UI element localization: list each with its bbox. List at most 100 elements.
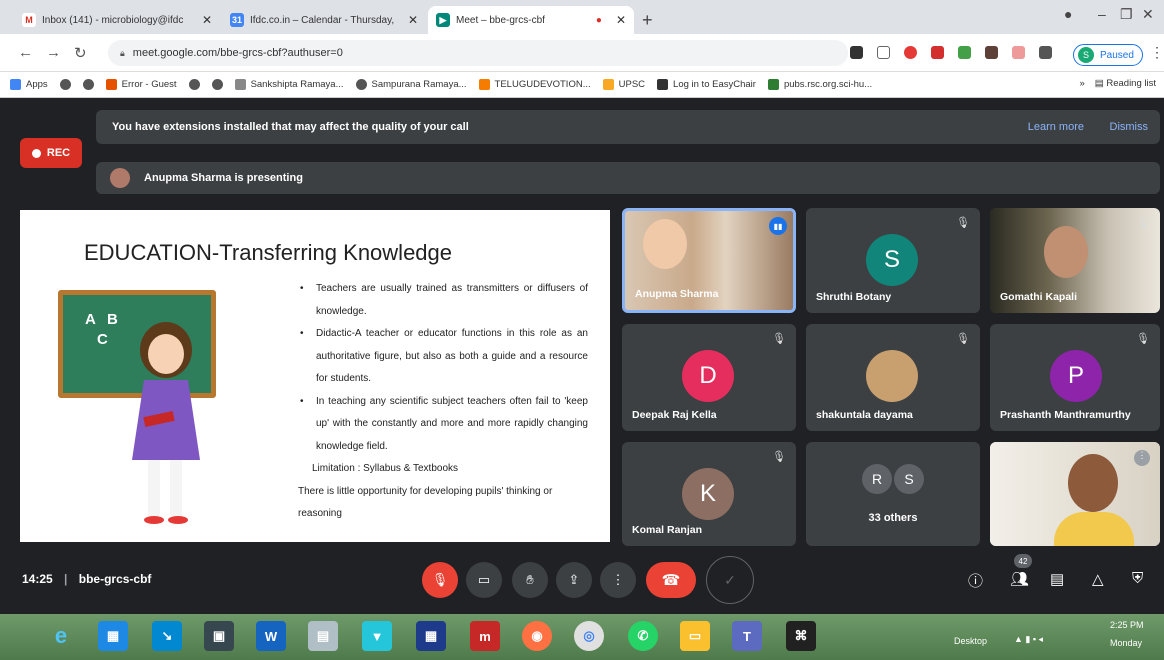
more-icon[interactable]: ⋮ bbox=[1134, 450, 1150, 466]
info-icon[interactable]: ⓘ bbox=[968, 570, 983, 591]
close-icon[interactable]: ✕ bbox=[610, 13, 626, 27]
close-icon[interactable]: ✕ bbox=[196, 13, 212, 27]
check-icon[interactable] bbox=[958, 46, 971, 59]
tab-title: Meet – bbe-grcs-cbf bbox=[456, 14, 545, 26]
bookmark-upsc[interactable]: UPSC bbox=[602, 79, 645, 90]
file-icon[interactable]: ▤ bbox=[308, 621, 338, 651]
leave-call-button[interactable]: ☎︎ bbox=[646, 562, 696, 598]
minimize-button[interactable]: – bbox=[1098, 6, 1106, 22]
extension-icon[interactable] bbox=[1012, 46, 1025, 59]
presentation-slide: EDUCATION-Transferring Knowledge A B C T… bbox=[20, 210, 610, 542]
check-icon[interactable]: ✓ bbox=[706, 556, 754, 604]
bookmark-icon bbox=[602, 79, 614, 90]
extensions-area bbox=[850, 46, 1052, 59]
bookmark-icon bbox=[105, 79, 117, 90]
reading-list-button[interactable]: ▤ Reading list bbox=[1095, 78, 1156, 89]
maximize-button[interactable]: ❐ bbox=[1120, 6, 1133, 23]
app-icon[interactable]: ↘ bbox=[152, 621, 182, 651]
teams-icon[interactable]: T bbox=[732, 621, 762, 651]
meeting-time: 14:25 bbox=[22, 572, 53, 586]
desktop-label[interactable]: Desktop bbox=[954, 636, 987, 646]
bookmark-telugudevotion[interactable]: TELUGUDEVOTION... bbox=[478, 79, 591, 90]
people-icon[interactable]: 👥︎ bbox=[1010, 570, 1029, 588]
host-controls-icon[interactable]: ⛨ bbox=[1132, 570, 1143, 587]
tray-icons[interactable]: ▲ ▮ ▪ ◂ bbox=[1014, 634, 1043, 645]
participant-tile[interactable]: 🎙︎ D Deepak Raj Kella bbox=[622, 324, 796, 431]
tab-search-icon[interactable]: ● bbox=[1064, 6, 1072, 22]
adblock-icon[interactable] bbox=[904, 46, 917, 59]
tab-calendar[interactable]: 31 Ifdc.co.in – Calendar - Thursday, ✕ bbox=[222, 6, 426, 34]
present-button[interactable]: ⇪ bbox=[556, 562, 592, 598]
chat-icon[interactable]: ▤ bbox=[1050, 570, 1064, 588]
bookmark-globe[interactable] bbox=[82, 79, 94, 90]
more-bookmarks-button[interactable]: » bbox=[1079, 78, 1084, 89]
bookmark-globe[interactable] bbox=[59, 79, 71, 90]
bookmark-pubs[interactable]: pubs.rsc.org.sci-hu... bbox=[767, 79, 872, 90]
camera-button[interactable]: ▭ bbox=[466, 562, 502, 598]
slide-bullets: Teachers are usually trained as transmit… bbox=[298, 278, 588, 526]
participant-tile[interactable]: ▮▮ Anupma Sharma bbox=[622, 208, 796, 313]
activities-icon[interactable]: △ bbox=[1092, 570, 1104, 588]
clock-time[interactable]: 2:25 PM bbox=[1110, 620, 1144, 630]
others-tile[interactable]: R S 33 others bbox=[806, 442, 980, 546]
folder-icon[interactable]: ▭ bbox=[680, 621, 710, 651]
bookmark-globe[interactable] bbox=[188, 79, 200, 90]
camera-icon[interactable] bbox=[850, 46, 863, 59]
bookmark-sankshipta[interactable]: Sankshipta Ramaya... bbox=[234, 79, 344, 90]
participant-tile[interactable]: 🎙︎ P Prashanth Manthramurthy bbox=[990, 324, 1160, 431]
reload-icon[interactable]: ↻ bbox=[74, 44, 87, 62]
app-icon[interactable]: ▼ bbox=[362, 621, 392, 651]
participant-face bbox=[1068, 454, 1118, 512]
close-window-button[interactable]: ✕ bbox=[1142, 6, 1154, 23]
back-icon[interactable]: ← bbox=[18, 44, 33, 61]
participant-tile[interactable]: 🎙︎ shakuntala dayama bbox=[806, 324, 980, 431]
new-tab-button[interactable]: + bbox=[642, 10, 653, 31]
bookmark-apps[interactable]: Apps bbox=[10, 79, 48, 90]
mic-off-button[interactable]: 🎙︎ bbox=[422, 562, 458, 598]
participant-tile[interactable]: ⋮ bbox=[990, 442, 1160, 546]
star-icon[interactable] bbox=[877, 46, 890, 59]
participant-tile[interactable]: 🎙︎ K Komal Ranjan bbox=[622, 442, 796, 546]
bookmark-easychair[interactable]: Log in to EasyChair bbox=[657, 79, 756, 90]
meeting-code: bbe-grcs-cbf bbox=[78, 572, 152, 586]
record-icon bbox=[31, 148, 41, 158]
puzzle-icon[interactable] bbox=[1039, 46, 1052, 59]
mic-off-icon: 🎙︎ bbox=[956, 333, 970, 345]
profile-button[interactable]: S Paused bbox=[1073, 44, 1143, 66]
word-icon[interactable]: W bbox=[256, 621, 286, 651]
app-icon[interactable]: ⌘ bbox=[786, 621, 816, 651]
participant-tile[interactable]: 🎙︎ S Shruthi Botany bbox=[806, 208, 980, 313]
more-options-button[interactable]: ⋮ bbox=[600, 562, 636, 598]
extension-icon[interactable] bbox=[985, 46, 998, 59]
chrome-icon[interactable]: ◎ bbox=[574, 621, 604, 651]
recording-badge: REC bbox=[20, 138, 82, 168]
extension-icon[interactable] bbox=[931, 46, 944, 59]
menu-icon[interactable]: ⋮ bbox=[1150, 44, 1164, 61]
forward-icon[interactable]: → bbox=[46, 44, 61, 61]
whatsapp-icon[interactable]: ✆ bbox=[628, 621, 658, 651]
avatar: R bbox=[862, 464, 892, 494]
bookmark-sampurana[interactable]: Sampurana Ramaya... bbox=[355, 79, 467, 90]
address-toolbar: ← → ↻ 🔒︎ meet.google.com/bbe-grcs-cbf?au… bbox=[0, 34, 1164, 72]
calculator-icon[interactable]: ▦ bbox=[98, 621, 128, 651]
banner-text: You have extensions installed that may a… bbox=[112, 121, 469, 133]
address-bar[interactable]: 🔒︎ meet.google.com/bbe-grcs-cbf?authuser… bbox=[108, 40, 848, 66]
extensions-banner: You have extensions installed that may a… bbox=[96, 110, 1160, 144]
app-icon[interactable]: ▦ bbox=[416, 621, 446, 651]
internet-explorer-icon[interactable]: e bbox=[46, 621, 76, 651]
participant-face bbox=[643, 219, 687, 269]
app-icon[interactable]: ▣ bbox=[204, 621, 234, 651]
bookmark-error-guest[interactable]: Error - Guest bbox=[105, 79, 177, 90]
firefox-icon[interactable]: ◉ bbox=[522, 621, 552, 651]
close-icon[interactable]: ✕ bbox=[402, 13, 418, 27]
app-icon[interactable]: m bbox=[470, 621, 500, 651]
participant-tile[interactable]: 🎙︎ Gomathi Kapali bbox=[990, 208, 1160, 313]
learn-more-link[interactable]: Learn more bbox=[1028, 121, 1084, 133]
bookmark-globe[interactable] bbox=[211, 79, 223, 90]
avatar: S bbox=[1078, 47, 1094, 63]
tab-meet[interactable]: ▶ Meet – bbe-grcs-cbf ● ✕ bbox=[428, 6, 634, 34]
dismiss-button[interactable]: Dismiss bbox=[1110, 121, 1149, 133]
teacher-illustration bbox=[132, 322, 200, 524]
raise-hand-button[interactable]: ✋︎ bbox=[512, 562, 548, 598]
tab-gmail[interactable]: M Inbox (141) - microbiology@ifdc ✕ bbox=[14, 6, 220, 34]
